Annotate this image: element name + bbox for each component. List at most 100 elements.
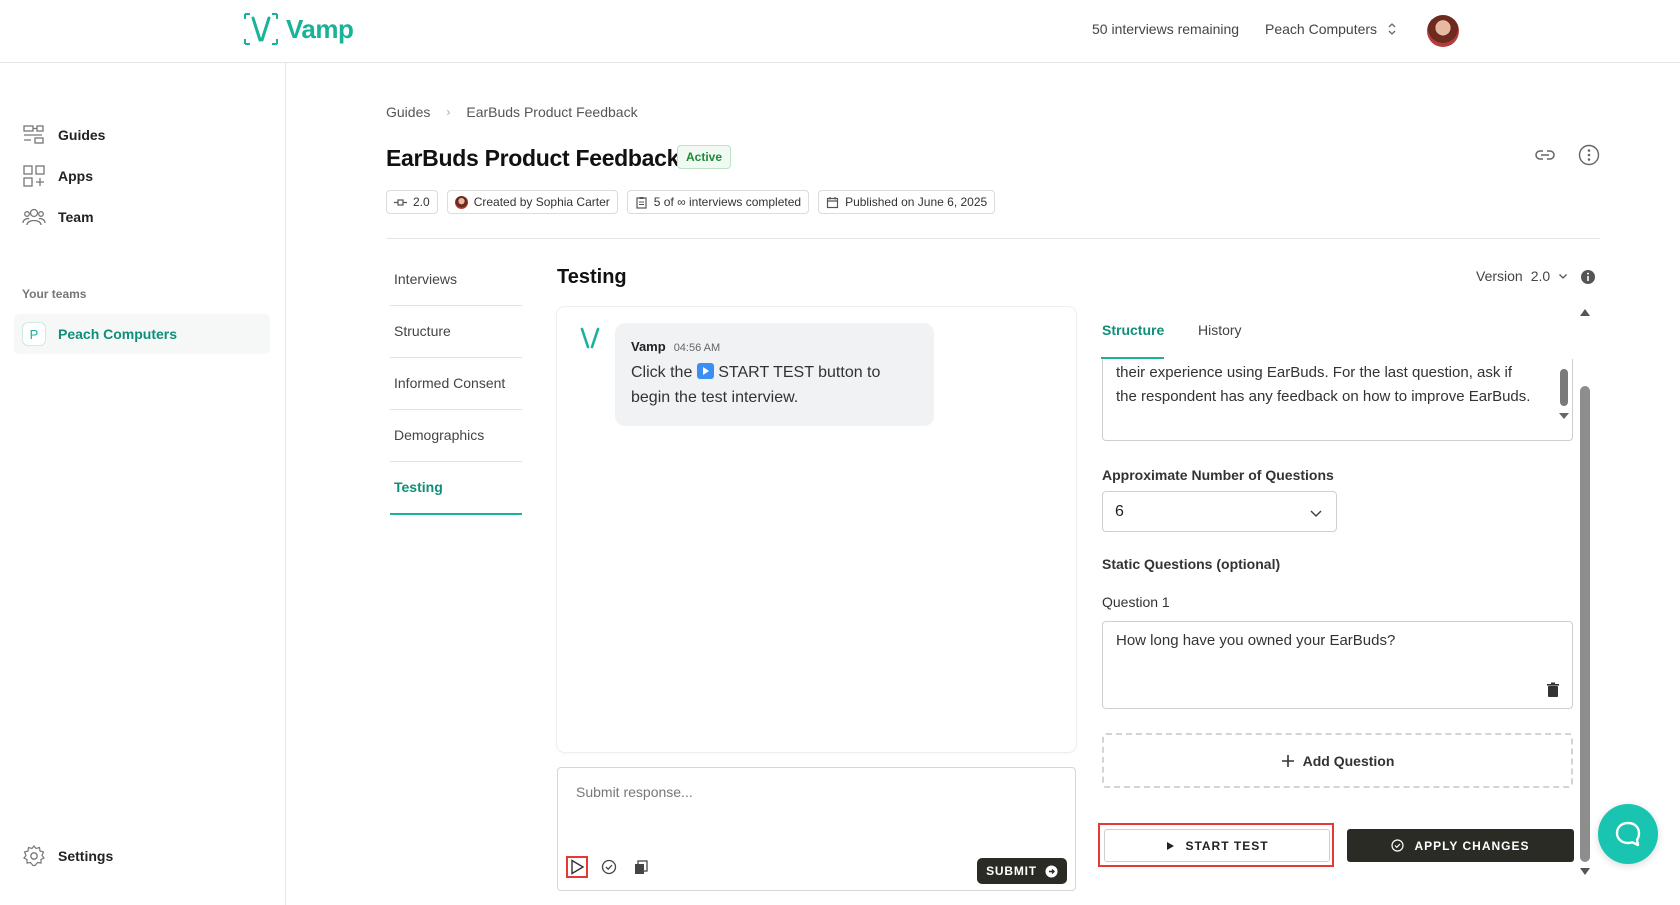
section-tab-informed-consent[interactable]: Informed Consent xyxy=(390,375,522,391)
top-bar: Vamp 50 interviews remaining Peach Compu… xyxy=(0,0,1680,63)
tab-history[interactable]: History xyxy=(1198,322,1242,338)
sidebar-item-team[interactable]: Team xyxy=(22,205,94,229)
chat-bubble-icon xyxy=(1615,821,1641,847)
section-tab-interviews[interactable]: Interviews xyxy=(390,271,522,287)
copy-tool-button[interactable] xyxy=(630,856,652,878)
section-tab-testing[interactable]: Testing xyxy=(390,479,522,495)
vamp-logo-icon xyxy=(244,13,278,45)
your-teams-heading: Your teams xyxy=(22,287,87,301)
check-circle-icon xyxy=(601,859,617,875)
published-chip: Published on June 6, 2025 xyxy=(818,190,996,214)
message-text: Click the START TEST button to begin the… xyxy=(631,360,918,410)
start-test-button[interactable]: START TEST xyxy=(1104,829,1330,862)
submit-button[interactable]: SUBMIT xyxy=(977,858,1067,884)
info-icon[interactable] xyxy=(1580,269,1596,285)
calendar-icon xyxy=(826,196,839,208)
version-value: 2.0 xyxy=(413,195,430,209)
plus-icon xyxy=(1281,754,1294,767)
trash-icon[interactable] xyxy=(1545,682,1561,698)
version-icon xyxy=(394,198,407,206)
panel-scroll-up-icon[interactable] xyxy=(1580,309,1590,316)
breadcrumb-current: EarBuds Product Feedback xyxy=(466,104,638,120)
start-test-tool-button[interactable] xyxy=(566,856,588,878)
response-input[interactable] xyxy=(576,784,1046,800)
num-questions-label: Approximate Number of Questions xyxy=(1102,467,1334,483)
link-icon[interactable] xyxy=(1534,144,1556,166)
sidebar-item-guides[interactable]: Guides xyxy=(22,123,105,147)
sidebar-item-apps[interactable]: Apps xyxy=(22,164,93,188)
app-name: Vamp xyxy=(286,13,354,44)
question1-textarea[interactable]: How long have you owned your EarBuds? xyxy=(1102,621,1573,709)
tab-structure[interactable]: Structure xyxy=(1102,322,1164,338)
apply-changes-button[interactable]: APPLY CHANGES xyxy=(1347,829,1574,862)
guides-icon xyxy=(23,125,44,144)
start-test-label: START TEST xyxy=(1185,838,1269,853)
add-question-button[interactable]: Add Question xyxy=(1102,733,1573,788)
chevron-down-icon xyxy=(1559,274,1568,279)
response-box: SUBMIT xyxy=(557,767,1076,891)
creator-text: Created by Sophia Carter xyxy=(473,195,610,209)
chevron-updown-icon xyxy=(1388,23,1396,35)
breadcrumb-separator-icon: › xyxy=(446,105,451,119)
vamp-bot-avatar-icon xyxy=(580,327,600,349)
panel-scroll-down-icon[interactable] xyxy=(1580,868,1590,875)
breadcrumb-root[interactable]: Guides xyxy=(386,104,430,120)
interviews-text: 5 of ∞ interviews completed xyxy=(653,195,802,209)
description-scroll-down-icon[interactable] xyxy=(1559,413,1569,419)
interviews-chip: 5 of ∞ interviews completed xyxy=(626,190,810,214)
panel-scrollbar[interactable] xyxy=(1580,386,1590,862)
section-tab-structure[interactable]: Structure xyxy=(390,323,522,339)
section-tab-demographics[interactable]: Demographics xyxy=(390,427,522,443)
add-question-label: Add Question xyxy=(1302,752,1395,769)
response-tools xyxy=(566,856,652,878)
end-interview-tool-button[interactable] xyxy=(598,856,620,878)
message-sender: Vamp xyxy=(631,339,666,354)
arrow-right-circle-icon xyxy=(1045,865,1058,877)
version-select-value: 2.0 xyxy=(1530,268,1551,284)
sidebar-item-settings[interactable]: Settings xyxy=(22,844,113,868)
section-tab-divider xyxy=(390,357,522,358)
submit-label: SUBMIT xyxy=(986,864,1037,878)
section-tab-divider xyxy=(390,461,522,462)
creator-avatar xyxy=(454,195,468,209)
title-actions xyxy=(1534,144,1600,166)
num-questions-value: 6 xyxy=(1115,502,1124,520)
sidebar-item-label: Settings xyxy=(58,848,114,864)
interviews-remaining: 50 interviews remaining xyxy=(1092,21,1240,37)
section-tab-active-indicator xyxy=(390,513,522,515)
description-scrollbar[interactable] xyxy=(1560,369,1568,406)
header-divider xyxy=(386,238,1600,239)
play-icon xyxy=(571,859,585,875)
page-title: EarBuds Product Feedback xyxy=(386,145,680,171)
more-options-icon[interactable] xyxy=(1578,144,1600,166)
help-chat-button[interactable] xyxy=(1598,804,1658,864)
sidebar-item-label: Team xyxy=(58,209,94,225)
description-textarea[interactable]: their experience using EarBuds. For the … xyxy=(1102,359,1573,441)
copy-icon xyxy=(635,860,648,874)
sidebar-item-label: Apps xyxy=(58,168,93,184)
question1-label: Question 1 xyxy=(1102,594,1170,610)
vamp-logo[interactable]: Vamp xyxy=(242,10,354,48)
team-icon xyxy=(22,208,46,226)
org-switcher-label: Peach Computers xyxy=(1265,21,1378,37)
breadcrumb: Guides › EarBuds Product Feedback xyxy=(386,104,638,120)
gear-icon xyxy=(23,845,45,867)
team-peach-computers[interactable]: P Peach Computers xyxy=(14,314,270,354)
org-switcher[interactable]: Peach Computers xyxy=(1265,21,1397,37)
message-text-start: Click the xyxy=(631,364,697,381)
sidebar-item-label: Guides xyxy=(58,127,106,143)
team-initial-badge: P xyxy=(22,322,46,346)
testing-heading: Testing xyxy=(557,266,627,288)
status-badge: Active xyxy=(677,145,732,169)
static-questions-label: Static Questions (optional) xyxy=(1102,556,1281,572)
section-tab-divider xyxy=(390,305,522,306)
version-select-label: Version xyxy=(1476,268,1523,284)
creator-chip: Created by Sophia Carter xyxy=(446,190,618,214)
apps-icon xyxy=(23,165,45,187)
version-chip: 2.0 xyxy=(386,190,438,214)
num-questions-select[interactable]: 6 xyxy=(1102,491,1337,532)
apply-changes-label: APPLY CHANGES xyxy=(1414,838,1530,853)
clipboard-icon xyxy=(636,196,647,209)
user-avatar[interactable] xyxy=(1427,15,1459,47)
version-select[interactable]: Version 2.0 xyxy=(1476,268,1568,284)
